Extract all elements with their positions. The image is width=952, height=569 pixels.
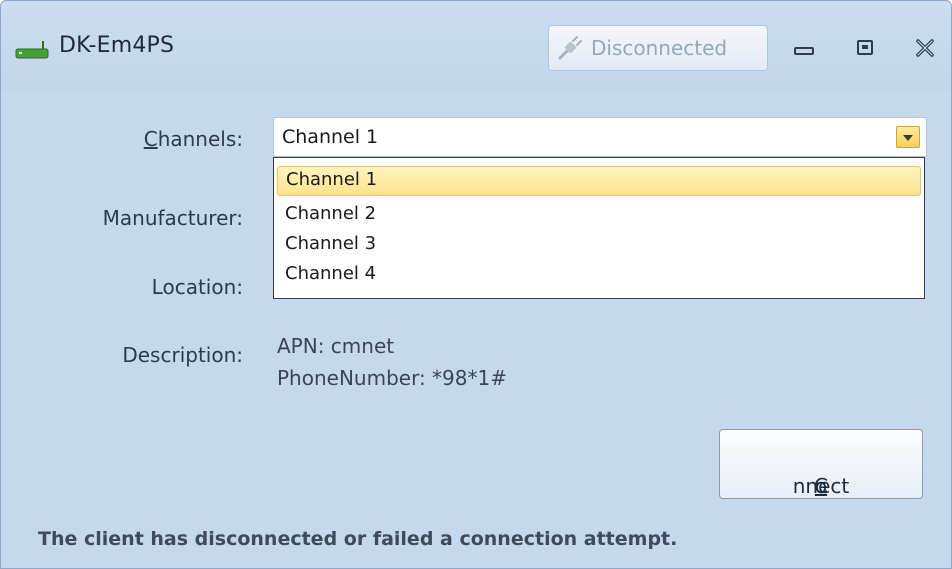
status-label: Disconnected — [591, 36, 728, 60]
close-button[interactable] — [907, 31, 943, 65]
minimize-button[interactable] — [786, 31, 822, 65]
chevron-down-icon — [903, 135, 913, 141]
dropdown-button[interactable] — [896, 126, 920, 148]
description-label: Description: — [122, 343, 243, 367]
description-line-phone: PhoneNumber: *98*1# — [277, 366, 507, 390]
channel-option-3[interactable]: Channel 3 — [277, 229, 921, 259]
manufacturer-label: Manufacturer: — [102, 206, 243, 230]
plug-icon — [557, 35, 583, 61]
channel-option-4[interactable]: Channel 4 — [277, 259, 921, 289]
channels-dropdown-list: Channel 1 Channel 2 Channel 3 Channel 4 — [273, 157, 925, 299]
maximize-button[interactable] — [847, 31, 883, 65]
channel-option-1[interactable]: Channel 1 — [277, 166, 921, 196]
title-bar[interactable]: DK-Em4PS Disconnected — [1, 1, 951, 91]
window-title: DK-Em4PS — [59, 33, 175, 58]
description-line-apn: APN: cmnet — [277, 334, 395, 358]
connect-button[interactable]: Co nnect — [719, 429, 923, 499]
minimize-icon — [794, 47, 814, 55]
main-window: DK-Em4PS Disconnected Channels: Manufact… — [0, 0, 952, 569]
status-message: The client has disconnected or failed a … — [38, 528, 678, 550]
channels-label: Channels: — [143, 127, 243, 151]
connection-status-button[interactable]: Disconnected — [548, 25, 768, 71]
channels-selected-value: Channel 1 — [282, 126, 379, 148]
location-label: Location: — [151, 275, 243, 299]
maximize-icon — [857, 40, 873, 55]
modem-icon — [15, 39, 51, 61]
channel-option-2[interactable]: Channel 2 — [277, 199, 921, 229]
channels-combobox[interactable]: Channel 1 — [273, 117, 927, 157]
close-icon — [916, 39, 934, 57]
